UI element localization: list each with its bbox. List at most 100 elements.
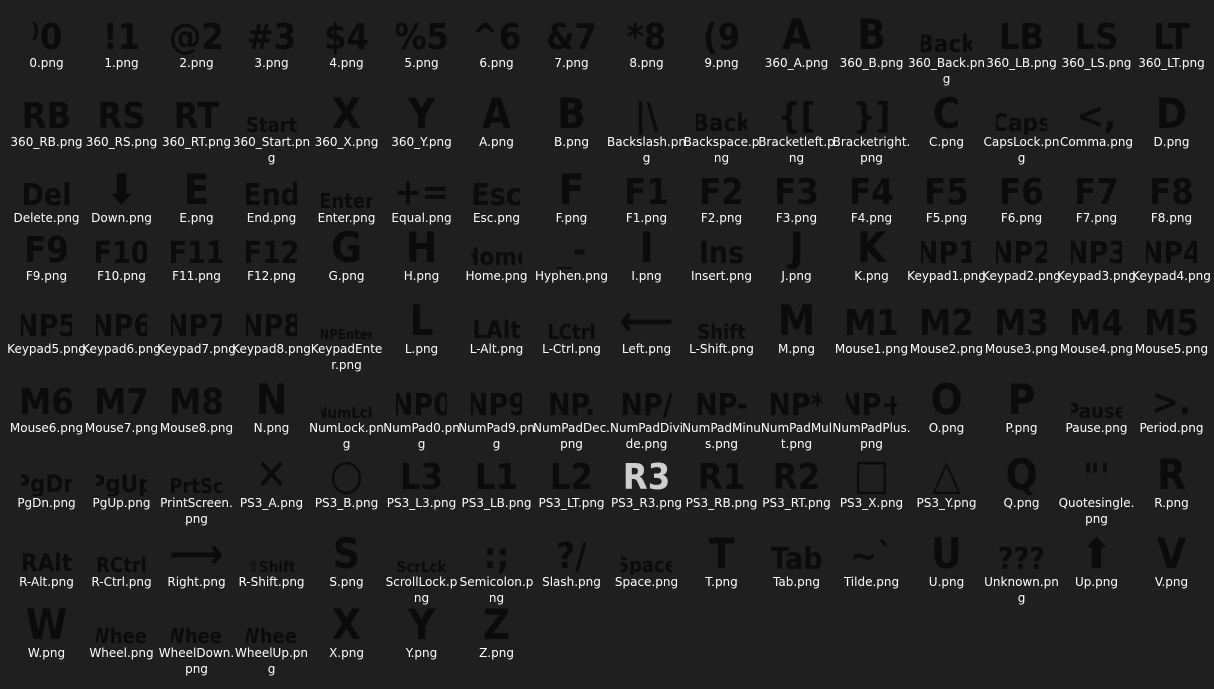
file-thumbnail[interactable]: ScrLck [396, 529, 447, 575]
file-thumbnail[interactable]: Y [396, 600, 447, 646]
file-thumbnail[interactable]: R3 [621, 450, 672, 496]
file-thumbnail[interactable]: LS [1071, 10, 1122, 56]
file-thumbnail[interactable]: D [1146, 89, 1197, 135]
file-thumbnail[interactable]: G [321, 223, 372, 269]
file-thumbnail[interactable]: NP* [771, 375, 822, 421]
file-thumbnail[interactable]: Caps [996, 89, 1047, 135]
file-thumbnail[interactable]: A [771, 10, 822, 56]
file-thumbnail[interactable]: ~` [846, 529, 897, 575]
file-thumbnail[interactable]: NPEnter [321, 296, 372, 342]
file-thumbnail[interactable]: V [1146, 529, 1197, 575]
file-thumbnail[interactable]: PgUp [96, 450, 147, 496]
file-thumbnail[interactable]: NP2 [996, 223, 1047, 269]
file-thumbnail[interactable]: M8 [171, 375, 222, 421]
file-thumbnail[interactable]: NP5 [21, 296, 72, 342]
file-thumbnail[interactable]: M4 [1071, 296, 1122, 342]
file-thumbnail[interactable]: X [321, 89, 372, 135]
file-thumbnail[interactable]: RT [171, 89, 222, 135]
file-thumbnail[interactable]: :; [471, 529, 522, 575]
file-thumbnail[interactable]: F9 [21, 223, 72, 269]
file-thumbnail[interactable]: NP4 [1146, 223, 1197, 269]
file-thumbnail[interactable]: Enter [321, 165, 372, 211]
file-thumbnail[interactable]: H [396, 223, 447, 269]
file-thumbnail[interactable]: LB [996, 10, 1047, 56]
file-thumbnail[interactable]: M6 [21, 375, 72, 421]
file-thumbnail[interactable]: Esc [471, 165, 522, 211]
file-thumbnail[interactable]: Home [471, 223, 522, 269]
file-thumbnail[interactable]: |\ [621, 89, 672, 135]
file-thumbnail[interactable]: R1 [696, 450, 747, 496]
file-thumbnail[interactable]: L2 [546, 450, 597, 496]
file-thumbnail[interactable]: NP- [696, 375, 747, 421]
file-thumbnail[interactable]: F1 [621, 165, 672, 211]
file-thumbnail[interactable]: B [546, 89, 597, 135]
file-thumbnail[interactable]: Wheel [246, 600, 297, 646]
file-thumbnail[interactable]: RS [96, 89, 147, 135]
file-thumbnail[interactable]: E [171, 165, 222, 211]
file-thumbnail[interactable]: #3 [246, 10, 297, 56]
file-thumbnail[interactable]: ⬇ [96, 165, 147, 211]
file-thumbnail[interactable]: M3 [996, 296, 1047, 342]
file-thumbnail[interactable]: *8 [621, 10, 672, 56]
file-thumbnail[interactable]: F11 [171, 223, 222, 269]
file-thumbnail[interactable]: ○ [321, 450, 372, 496]
file-thumbnail[interactable]: ✕ [246, 450, 297, 496]
file-thumbnail[interactable]: R2 [771, 450, 822, 496]
file-thumbnail[interactable]: &7 [546, 10, 597, 56]
file-thumbnail[interactable]: NP/ [621, 375, 672, 421]
file-thumbnail[interactable]: LAlt [471, 296, 522, 342]
file-thumbnail[interactable]: F12 [246, 223, 297, 269]
file-thumbnail[interactable]: }] [846, 89, 897, 135]
file-thumbnail[interactable]: L [396, 296, 447, 342]
file-thumbnail[interactable]: NP0 [396, 375, 447, 421]
file-thumbnail[interactable]: ⬆ [1071, 529, 1122, 575]
file-thumbnail[interactable]: J [771, 223, 822, 269]
file-thumbnail[interactable]: L3 [396, 450, 447, 496]
file-thumbnail[interactable]: End [246, 165, 297, 211]
file-thumbnail[interactable]: Back [696, 89, 747, 135]
file-thumbnail[interactable]: X [321, 600, 372, 646]
file-thumbnail[interactable]: B [846, 10, 897, 56]
file-thumbnail[interactable]: PrtSc [171, 450, 222, 496]
file-thumbnail[interactable]: LT [1146, 10, 1197, 56]
file-thumbnail[interactable]: ⇧Shift [246, 529, 297, 575]
file-thumbnail[interactable]: += [396, 165, 447, 211]
file-thumbnail[interactable]: PgDn [21, 450, 72, 496]
file-thumbnail[interactable]: NP8 [246, 296, 297, 342]
file-thumbnail[interactable]: P [996, 375, 1047, 421]
file-thumbnail[interactable]: ?/ [546, 529, 597, 575]
file-thumbnail[interactable]: L1 [471, 450, 522, 496]
file-thumbnail[interactable]: F [546, 165, 597, 211]
file-thumbnail[interactable]: Wheel [96, 600, 147, 646]
file-thumbnail[interactable]: <, [1071, 89, 1122, 135]
file-thumbnail[interactable]: NP7 [171, 296, 222, 342]
file-thumbnail[interactable]: Z [471, 600, 522, 646]
file-thumbnail[interactable]: U [921, 529, 972, 575]
file-thumbnail[interactable]: RAlt [21, 529, 72, 575]
file-thumbnail[interactable]: K [846, 223, 897, 269]
file-thumbnail[interactable]: NP9 [471, 375, 522, 421]
file-thumbnail[interactable]: LCtrl [546, 296, 597, 342]
file-thumbnail[interactable]: %5 [396, 10, 447, 56]
file-thumbnail[interactable]: NP1 [921, 223, 972, 269]
file-thumbnail[interactable]: Ins [696, 223, 747, 269]
file-thumbnail[interactable]: F3 [771, 165, 822, 211]
file-thumbnail[interactable]: _- [546, 223, 597, 269]
file-thumbnail[interactable]: Del [21, 165, 72, 211]
file-thumbnail[interactable]: F7 [1071, 165, 1122, 211]
file-thumbnail[interactable]: Start [246, 89, 297, 135]
file-thumbnail[interactable]: {[ [771, 89, 822, 135]
file-thumbnail[interactable]: □ [846, 450, 897, 496]
file-thumbnail[interactable]: F5 [921, 165, 972, 211]
file-thumbnail[interactable]: N [246, 375, 297, 421]
file-thumbnail[interactable]: Q [996, 450, 1047, 496]
file-thumbnail[interactable]: NP+ [846, 375, 897, 421]
file-thumbnail[interactable]: NP3 [1071, 223, 1122, 269]
file-thumbnail[interactable]: Wheel [171, 600, 222, 646]
file-thumbnail[interactable]: M2 [921, 296, 972, 342]
file-thumbnail[interactable]: C [921, 89, 972, 135]
file-thumbnail[interactable]: A [471, 89, 522, 135]
file-thumbnail[interactable]: Tab [771, 529, 822, 575]
file-thumbnail[interactable]: M7 [96, 375, 147, 421]
file-thumbnail[interactable]: M5 [1146, 296, 1197, 342]
